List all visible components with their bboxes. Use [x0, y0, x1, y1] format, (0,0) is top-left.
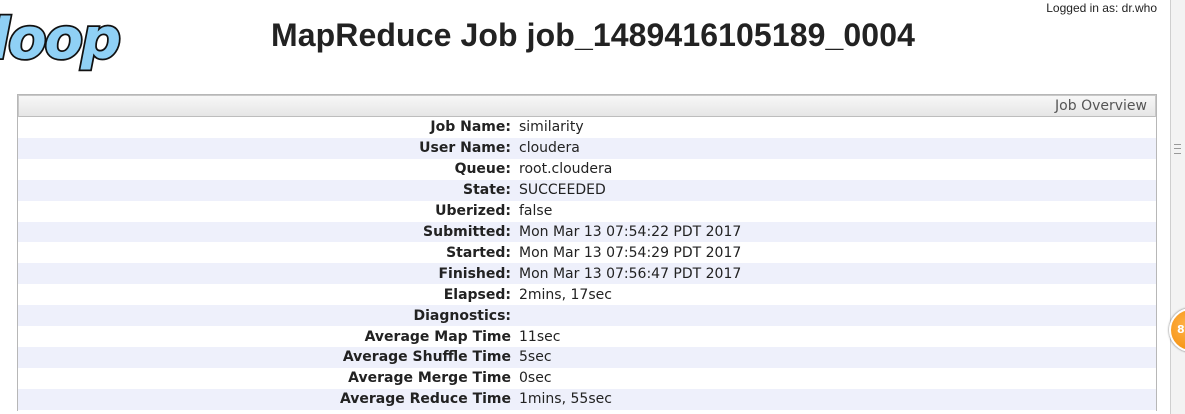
- table-row: Average Merge Time 0sec: [18, 368, 1156, 389]
- row-label: Average Map Time: [364, 328, 511, 345]
- row-value: 0sec: [519, 370, 552, 387]
- table-row: Finished: Mon Mar 13 07:56:47 PDT 2017: [18, 263, 1156, 285]
- row-value: similarity: [519, 119, 584, 136]
- row-value: [518, 305, 1156, 326]
- login-status: Logged in as: dr.who: [1046, 1, 1157, 15]
- table-row: Average Shuffle Time 5sec: [18, 346, 1156, 368]
- row-label: Job Name:: [430, 119, 511, 136]
- row-value: 11sec: [519, 328, 561, 345]
- row-label: Queue:: [454, 161, 511, 178]
- row-value: 1mins, 55sec: [519, 391, 612, 408]
- row-value: root.cloudera: [519, 161, 613, 178]
- row-value: cloudera: [519, 140, 580, 157]
- row-value: Mon Mar 13 07:54:22 PDT 2017: [519, 223, 742, 240]
- scrollbar-grip-icon[interactable]: [1174, 144, 1181, 154]
- row-label: Average Merge Time: [348, 370, 511, 387]
- row-value: SUCCEEDED: [519, 182, 606, 199]
- vertical-scrollbar[interactable]: [1170, 0, 1185, 414]
- row-value: Mon Mar 13 07:54:29 PDT 2017: [519, 244, 742, 261]
- row-value: Mon Mar 13 07:56:47 PDT 2017: [519, 265, 742, 282]
- table-row: Queue: root.cloudera: [18, 159, 1156, 180]
- row-label: User Name:: [419, 140, 511, 157]
- row-label: Elapsed:: [443, 286, 511, 303]
- table-row: Elapsed: 2mins, 17sec: [18, 284, 1156, 305]
- hadoop-logo-graphic: doop: [0, 8, 123, 74]
- row-value: 5sec: [519, 349, 552, 366]
- job-overview-header[interactable]: Job Overview: [18, 95, 1156, 117]
- table-row: Started: Mon Mar 13 07:54:29 PDT 2017: [18, 242, 1156, 263]
- table-row: User Name: cloudera: [18, 137, 1156, 159]
- row-label: Average Shuffle Time: [342, 349, 511, 366]
- row-label: Diagnostics:: [413, 307, 511, 324]
- table-row: Uberized: false: [18, 201, 1156, 222]
- row-value: 2mins, 17sec: [519, 286, 612, 303]
- job-overview-table: Job Name: similarity User Name: cloudera Q…: [18, 117, 1156, 410]
- table-row: Job Name: similarity: [18, 117, 1156, 138]
- row-label: Submitted:: [423, 223, 511, 240]
- page-title: MapReduce Job job_1489416105189_0004: [271, 17, 915, 53]
- job-overview-panel: Job Overview Job Name: similarity User Na…: [17, 94, 1157, 411]
- table-row: Diagnostics:: [18, 305, 1156, 327]
- table-row: Submitted: Mon Mar 13 07:54:22 PDT 2017: [18, 221, 1156, 243]
- table-row: State: SUCCEEDED: [18, 179, 1156, 201]
- logo-text: doop: [0, 8, 119, 72]
- row-label: Uberized:: [435, 203, 511, 220]
- row-label: Finished:: [438, 265, 511, 282]
- hadoop-logo[interactable]: doop: [0, 8, 140, 74]
- row-label: Average Reduce Time: [339, 391, 511, 408]
- table-row: Average Map Time 11sec: [18, 326, 1156, 347]
- row-value: false: [519, 203, 553, 220]
- row-label: State:: [462, 182, 511, 199]
- row-label: Started:: [446, 244, 511, 261]
- table-row: Average Reduce Time 1mins, 55sec: [18, 388, 1156, 410]
